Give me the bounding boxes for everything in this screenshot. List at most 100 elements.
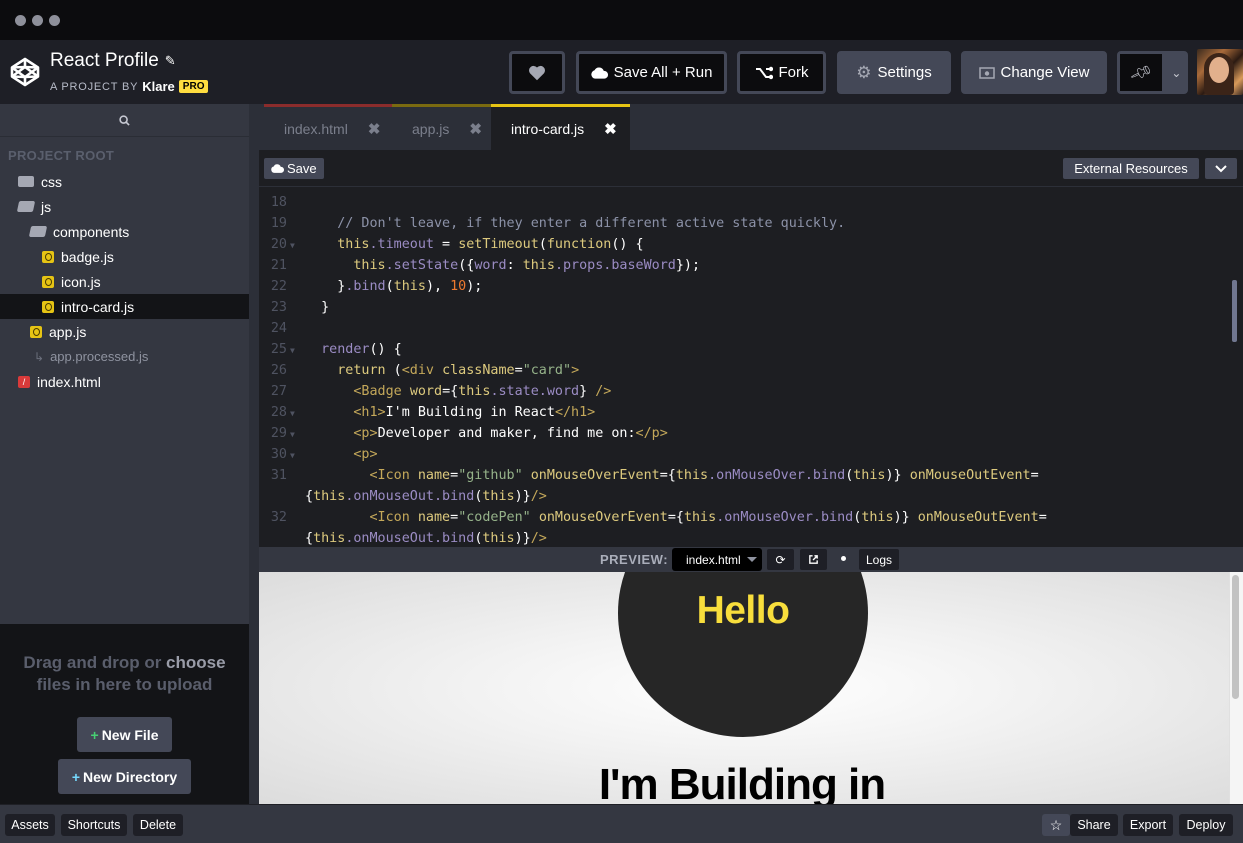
user-avatar[interactable] (1197, 49, 1243, 95)
save-label: Save (287, 161, 317, 176)
tree-item-intro-card-js[interactable]: intro-card.js (0, 294, 249, 319)
upload-dropzone[interactable]: Drag and drop or choose files in here to… (0, 624, 249, 804)
save-all-run-button[interactable]: Save All + Run (576, 51, 727, 94)
refresh-preview-button[interactable]: ⟳ (767, 549, 794, 570)
choose-files-link[interactable]: choose (166, 653, 226, 672)
tree-item-badge-js[interactable]: badge.js (0, 244, 249, 269)
code-line[interactable]: 27 <Badge word={this.state.word} /> (259, 381, 1229, 402)
tree-item-label: index.html (37, 373, 101, 390)
code-line[interactable]: 21 this.setState({word: this.props.baseW… (259, 255, 1229, 276)
code-lines[interactable]: 18 19 // Don't leave, if they enter a dif… (259, 192, 1229, 549)
tree-item-components-folder[interactable]: components (0, 219, 249, 244)
open-preview-external-button[interactable] (800, 549, 827, 570)
return-arrow-icon: ↳ (34, 349, 45, 364)
folder-open-icon (16, 201, 36, 212)
preview-scrollbar[interactable] (1232, 575, 1239, 699)
change-view-label: Change View (1000, 64, 1090, 81)
preview-frame[interactable]: Hello I'm Building in (259, 572, 1243, 804)
window-maximize-button[interactable] (49, 15, 60, 26)
tree-item-label: components (53, 223, 130, 240)
pin-dropdown-chevron-icon[interactable]: ⌄ (1168, 66, 1185, 80)
share-button[interactable]: Share (1070, 814, 1118, 836)
project-title-text: React Profile (50, 50, 159, 71)
project-title[interactable]: React Profile ✎ (50, 50, 176, 72)
settings-button[interactable]: ⚙ Settings (837, 51, 951, 94)
external-resources-button[interactable]: External Resources (1063, 158, 1199, 179)
code-line[interactable]: 31 <Icon name="github" onMouseOverEvent=… (259, 465, 1229, 486)
code-line-wrap[interactable]: {this.onMouseOut.bind(this)}/> (259, 486, 1229, 507)
owner-username-link[interactable]: Klare (142, 79, 175, 94)
preview-file-value: index.html (686, 552, 741, 567)
tab-label: index.html (284, 120, 348, 137)
window-minimize-button[interactable] (32, 15, 43, 26)
close-tab-icon[interactable]: ✖ (368, 120, 381, 138)
code-line[interactable]: 25 ▼ render() { (259, 339, 1229, 360)
shortcuts-button[interactable]: Shortcuts (61, 814, 127, 836)
tab-app-js[interactable]: app.js ✖ (392, 104, 491, 150)
file-search-button[interactable] (0, 104, 249, 137)
tree-item-js-folder[interactable]: js (0, 194, 249, 219)
export-button[interactable]: Export (1123, 814, 1173, 836)
assets-button[interactable]: Assets (5, 814, 55, 836)
chevron-down-icon (1215, 164, 1227, 172)
js-file-icon (30, 325, 42, 338)
editor-options-button[interactable] (1205, 158, 1237, 179)
fold-caret-icon[interactable]: ▼ (290, 340, 295, 361)
preview-toolbar: PREVIEW: index.html ⟳ Logs (259, 547, 1243, 572)
code-line[interactable]: 28 ▼ <h1>I'm Building in React</h1> (259, 402, 1229, 423)
new-file-button[interactable]: + New File (77, 717, 172, 752)
love-button[interactable] (509, 51, 565, 94)
tree-item-index-html[interactable]: / index.html (0, 369, 249, 394)
delete-button[interactable]: Delete (133, 814, 183, 836)
pin-button[interactable]: 📌︎ (1120, 54, 1162, 91)
upload-text-start: Drag and drop or (23, 653, 167, 672)
code-line[interactable]: 30 ▼ <p> (259, 444, 1229, 465)
code-line[interactable]: 24 (259, 318, 1229, 339)
pro-badge: PRO (178, 80, 209, 93)
code-line[interactable]: 23 } (259, 297, 1229, 318)
new-file-label: New File (101, 726, 159, 743)
code-line[interactable]: 18 (259, 192, 1229, 213)
change-view-button[interactable]: Change View (961, 51, 1107, 94)
codepen-logo-icon[interactable] (9, 56, 41, 88)
star-button[interactable]: ☆ (1042, 814, 1070, 836)
code-line[interactable]: 22 }.bind(this), 10); (259, 276, 1229, 297)
deploy-button[interactable]: Deploy (1179, 814, 1233, 836)
save-file-button[interactable]: Save (264, 158, 324, 179)
fold-caret-icon[interactable]: ▼ (290, 445, 295, 466)
new-directory-button[interactable]: + New Directory (58, 759, 191, 794)
preview-label: PREVIEW: (600, 552, 669, 567)
sidebar-resize-handle[interactable] (249, 104, 259, 804)
close-tab-icon[interactable]: ✖ (604, 120, 617, 138)
tree-item-app-js[interactable]: app.js (0, 319, 249, 344)
search-icon (119, 114, 130, 126)
code-line[interactable]: 26 return (<div className="card"> (259, 360, 1229, 381)
code-line[interactable]: 20 ▼ this.timeout = setTimeout(function()… (259, 234, 1229, 255)
code-text: } (305, 300, 330, 315)
code-line-wrap[interactable]: {this.onMouseOut.bind(this)}/> (259, 528, 1229, 549)
code-line[interactable]: 29 ▼ <p>Developer and maker, find me on:<… (259, 423, 1229, 444)
preview-heading: I'm Building in (598, 760, 886, 804)
logs-button[interactable]: Logs (859, 549, 899, 570)
tree-item-app-processed-js[interactable]: ↳ app.processed.js (0, 344, 249, 369)
editor-scrollbar[interactable] (1232, 280, 1237, 342)
logs-label: Logs (865, 552, 893, 567)
fold-caret-icon[interactable]: ▼ (290, 403, 295, 424)
code-editor[interactable]: Save External Resources 18 19 // Don't le… (259, 150, 1243, 547)
window-close-button[interactable] (15, 15, 26, 26)
pin-button-group: 📌︎ ⌄ (1117, 51, 1188, 94)
code-text: // Don't leave, if they enter a differen… (337, 216, 846, 231)
fold-caret-icon[interactable]: ▼ (290, 424, 295, 445)
fold-caret-icon[interactable]: ▼ (290, 235, 295, 256)
tree-item-css-folder[interactable]: css (0, 169, 249, 194)
pencil-icon[interactable]: ✎ (165, 53, 176, 69)
project-root-label: PROJECT ROOT (8, 148, 115, 163)
tab-intro-card-js[interactable]: intro-card.js ✖ (491, 104, 630, 150)
close-tab-icon[interactable]: ✖ (469, 120, 482, 138)
preview-file-select[interactable]: index.html (672, 548, 762, 571)
code-line[interactable]: 19 // Don't leave, if they enter a diffe… (259, 213, 1229, 234)
fork-button[interactable]: Fork (737, 51, 826, 94)
tree-item-icon-js[interactable]: icon.js (0, 269, 249, 294)
tab-index-html[interactable]: index.html ✖ (264, 104, 392, 150)
code-line[interactable]: 32 <Icon name="codePen" onMouseOverEvent… (259, 507, 1229, 528)
